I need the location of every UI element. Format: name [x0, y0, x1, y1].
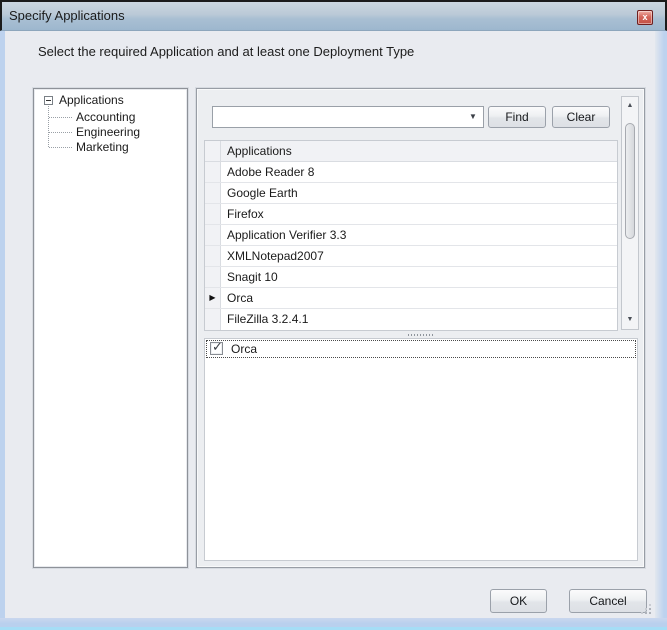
- resize-grip[interactable]: [640, 603, 653, 616]
- current-row-marker-icon: ▶: [205, 288, 220, 308]
- selected-list-item[interactable]: ✓ Orca: [206, 340, 636, 358]
- tree-root-item[interactable]: Applications: [59, 93, 124, 107]
- grid-column-header: Applications: [222, 141, 617, 161]
- row-selector-cell: [205, 267, 221, 287]
- grid-cell: Adobe Reader 8: [222, 162, 617, 182]
- grid-row[interactable]: Firefox: [205, 204, 617, 225]
- specify-applications-dialog: Specify Applications x Select the requir…: [0, 0, 667, 630]
- scrollbar-thumb[interactable]: [625, 123, 635, 239]
- grid-cell: Google Earth: [222, 183, 617, 203]
- item-checkbox[interactable]: ✓: [210, 342, 223, 355]
- window-title: Specify Applications: [9, 8, 125, 23]
- cancel-button[interactable]: Cancel: [569, 589, 647, 613]
- row-selector-cell: [205, 225, 221, 245]
- grid-cell: XMLNotepad2007: [222, 246, 617, 266]
- tree-connector-line: [49, 132, 73, 133]
- splitter-grip-icon: [408, 334, 434, 336]
- row-selector-cell: [205, 204, 221, 224]
- scroll-down-button[interactable]: ▼: [622, 313, 638, 327]
- grid-cell: Snagit 10: [222, 267, 617, 287]
- row-selector-cell: [205, 162, 221, 182]
- row-selector-header-cell: [205, 141, 221, 161]
- grid-row[interactable]: Application Verifier 3.3: [205, 225, 617, 246]
- tree-connector-line: [48, 106, 49, 147]
- clear-button[interactable]: Clear: [552, 106, 610, 128]
- search-input[interactable]: [216, 109, 460, 125]
- combo-dropdown-button[interactable]: ▼: [463, 107, 483, 127]
- tree-connector-line: [49, 147, 73, 148]
- grid-vertical-scrollbar[interactable]: ▲ ▼: [621, 96, 639, 330]
- title-bar: Specify Applications x: [0, 0, 667, 31]
- grid-cell: FileZilla 3.2.4.1: [222, 309, 617, 330]
- minus-icon: [46, 100, 51, 101]
- window-bottom-border: [0, 618, 667, 630]
- tree-item-marketing[interactable]: Marketing: [76, 140, 129, 154]
- scroll-up-button[interactable]: ▲: [622, 99, 638, 113]
- resize-grip-dots-icon: [649, 612, 651, 614]
- grid-row[interactable]: Snagit 10: [205, 267, 617, 288]
- triangle-down-icon: ▼: [627, 316, 634, 323]
- tree-connector-line: [49, 117, 73, 118]
- tree-item-engineering[interactable]: Engineering: [76, 125, 140, 139]
- chevron-down-icon: ▼: [469, 112, 477, 121]
- grid-row[interactable]: XMLNotepad2007: [205, 246, 617, 267]
- row-selector-cell: ▶: [205, 288, 221, 308]
- close-button[interactable]: x: [637, 10, 653, 25]
- window-right-border: [655, 31, 667, 630]
- close-icon: x: [642, 12, 647, 22]
- row-selector-cell: [205, 309, 221, 330]
- find-button[interactable]: Find: [488, 106, 546, 128]
- grid-cell: Orca: [222, 288, 617, 308]
- grid-row-current[interactable]: ▶ Orca: [205, 288, 617, 309]
- applications-panel: ▼ Find Clear Applications Adobe Reader 8…: [196, 88, 645, 568]
- triangle-up-icon: ▲: [627, 102, 634, 109]
- ok-button[interactable]: OK: [490, 589, 547, 613]
- check-icon: ✓: [212, 339, 223, 355]
- applications-grid: Applications Adobe Reader 8 Google Earth…: [204, 140, 618, 331]
- row-selector-cell: [205, 246, 221, 266]
- instruction-text: Select the required Application and at l…: [38, 44, 414, 59]
- dialog-content: Select the required Application and at l…: [5, 31, 655, 618]
- row-selector-cell: [205, 183, 221, 203]
- grid-row[interactable]: Adobe Reader 8: [205, 162, 617, 183]
- grid-header-row: Applications: [205, 141, 617, 162]
- grid-row[interactable]: Google Earth: [205, 183, 617, 204]
- tree-item-accounting[interactable]: Accounting: [76, 110, 135, 124]
- grid-cell: Firefox: [222, 204, 617, 224]
- selected-item-label: Orca: [231, 342, 257, 357]
- selected-applications-list: ✓ Orca: [204, 338, 638, 561]
- tree-collapse-toggle[interactable]: [44, 96, 53, 105]
- applications-tree-panel: Applications Accounting Engineering Mark…: [33, 88, 188, 568]
- grid-cell: Application Verifier 3.3: [222, 225, 617, 245]
- search-combobox: ▼: [212, 106, 484, 128]
- grid-row[interactable]: FileZilla 3.2.4.1: [205, 309, 617, 330]
